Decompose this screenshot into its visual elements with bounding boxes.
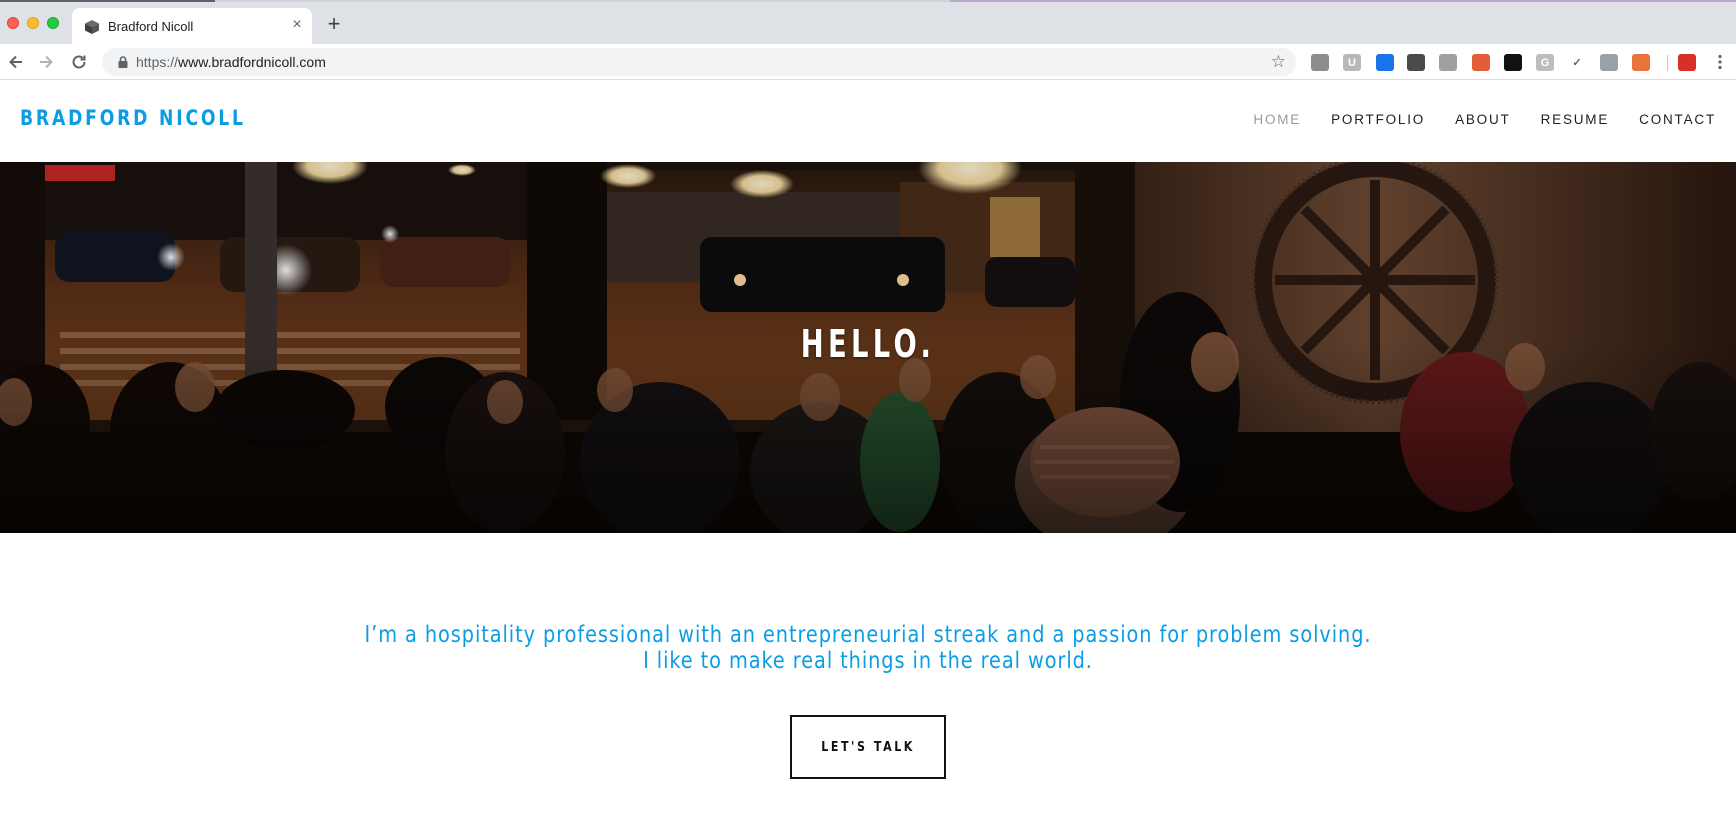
nav-about[interactable]: ABOUT: [1455, 112, 1511, 127]
camera-extension-icon[interactable]: [1311, 54, 1329, 71]
new-tab-button[interactable]: +: [324, 13, 344, 35]
lock-icon: [118, 56, 128, 68]
reload-icon[interactable]: [69, 52, 89, 72]
check-extension-icon[interactable]: ✓: [1568, 54, 1586, 71]
lets-talk-label: LET'S TALK: [821, 739, 915, 755]
window-zoom-button[interactable]: [47, 17, 59, 29]
lets-talk-button[interactable]: LET'S TALK: [790, 715, 946, 779]
browser-menu-icon[interactable]: [1710, 52, 1730, 72]
nav-resume[interactable]: RESUME: [1541, 112, 1610, 127]
main-nav: HOME PORTFOLIO ABOUT RESUME CONTACT: [1223, 112, 1716, 127]
browser-tab-active[interactable]: Bradford Nicoll ×: [72, 8, 312, 44]
grammarly-extension-icon[interactable]: G: [1536, 54, 1554, 71]
circle-extension-icon[interactable]: [1439, 54, 1457, 71]
toolbar-separator: [1667, 55, 1668, 71]
hero-banner: HELLO.: [0, 162, 1736, 533]
forward-arrow-icon[interactable]: [36, 52, 56, 72]
tomato-extension-icon[interactable]: [1632, 54, 1650, 71]
intro-section: I’m a hospitality professional with an e…: [0, 622, 1736, 674]
url-scheme: https://: [136, 54, 179, 70]
tab-close-icon[interactable]: ×: [288, 16, 306, 34]
rainbow-extension-icon[interactable]: [1472, 54, 1490, 71]
window-minimize-button[interactable]: [27, 17, 39, 29]
ublock-extension-icon[interactable]: U: [1343, 54, 1361, 71]
url-text: https://www.bradfordnicoll.com: [136, 54, 326, 70]
site-header: BRADFORD NICOLL HOME PORTFOLIO ABOUT RES…: [0, 81, 1736, 162]
kaspersky-extension-icon[interactable]: [1407, 54, 1425, 71]
fox-extension-icon[interactable]: [1678, 54, 1696, 71]
address-bar[interactable]: https://www.bradfordnicoll.com ☆: [102, 48, 1296, 76]
blue-extension-icon[interactable]: [1376, 54, 1394, 71]
window-close-button[interactable]: [7, 17, 19, 29]
url-host: www.bradfordnicoll.com: [178, 54, 326, 70]
browser-tab-strip: Bradford Nicoll × +: [0, 0, 1736, 44]
bookmark-star-icon[interactable]: ☆: [1271, 52, 1286, 72]
nav-contact[interactable]: CONTACT: [1639, 112, 1716, 127]
pen-extension-icon[interactable]: [1504, 54, 1522, 71]
intro-line-2: I like to make real things in the real w…: [643, 648, 1093, 674]
site-title-link[interactable]: BRADFORD NICOLL: [20, 106, 246, 130]
nav-portfolio[interactable]: PORTFOLIO: [1331, 112, 1425, 127]
back-arrow-icon[interactable]: [6, 52, 26, 72]
nav-home[interactable]: HOME: [1253, 112, 1301, 127]
hero-title: HELLO.: [800, 322, 936, 366]
code-extension-icon[interactable]: [1600, 54, 1618, 71]
cube-favicon-icon: [85, 20, 99, 34]
tab-strip-top-line: [0, 0, 1736, 2]
intro-line-1: I’m a hospitality professional with an e…: [364, 622, 1372, 648]
tab-title: Bradford Nicoll: [108, 19, 194, 34]
browser-toolbar: https://www.bradfordnicoll.com ☆ U G ✓: [0, 44, 1736, 80]
